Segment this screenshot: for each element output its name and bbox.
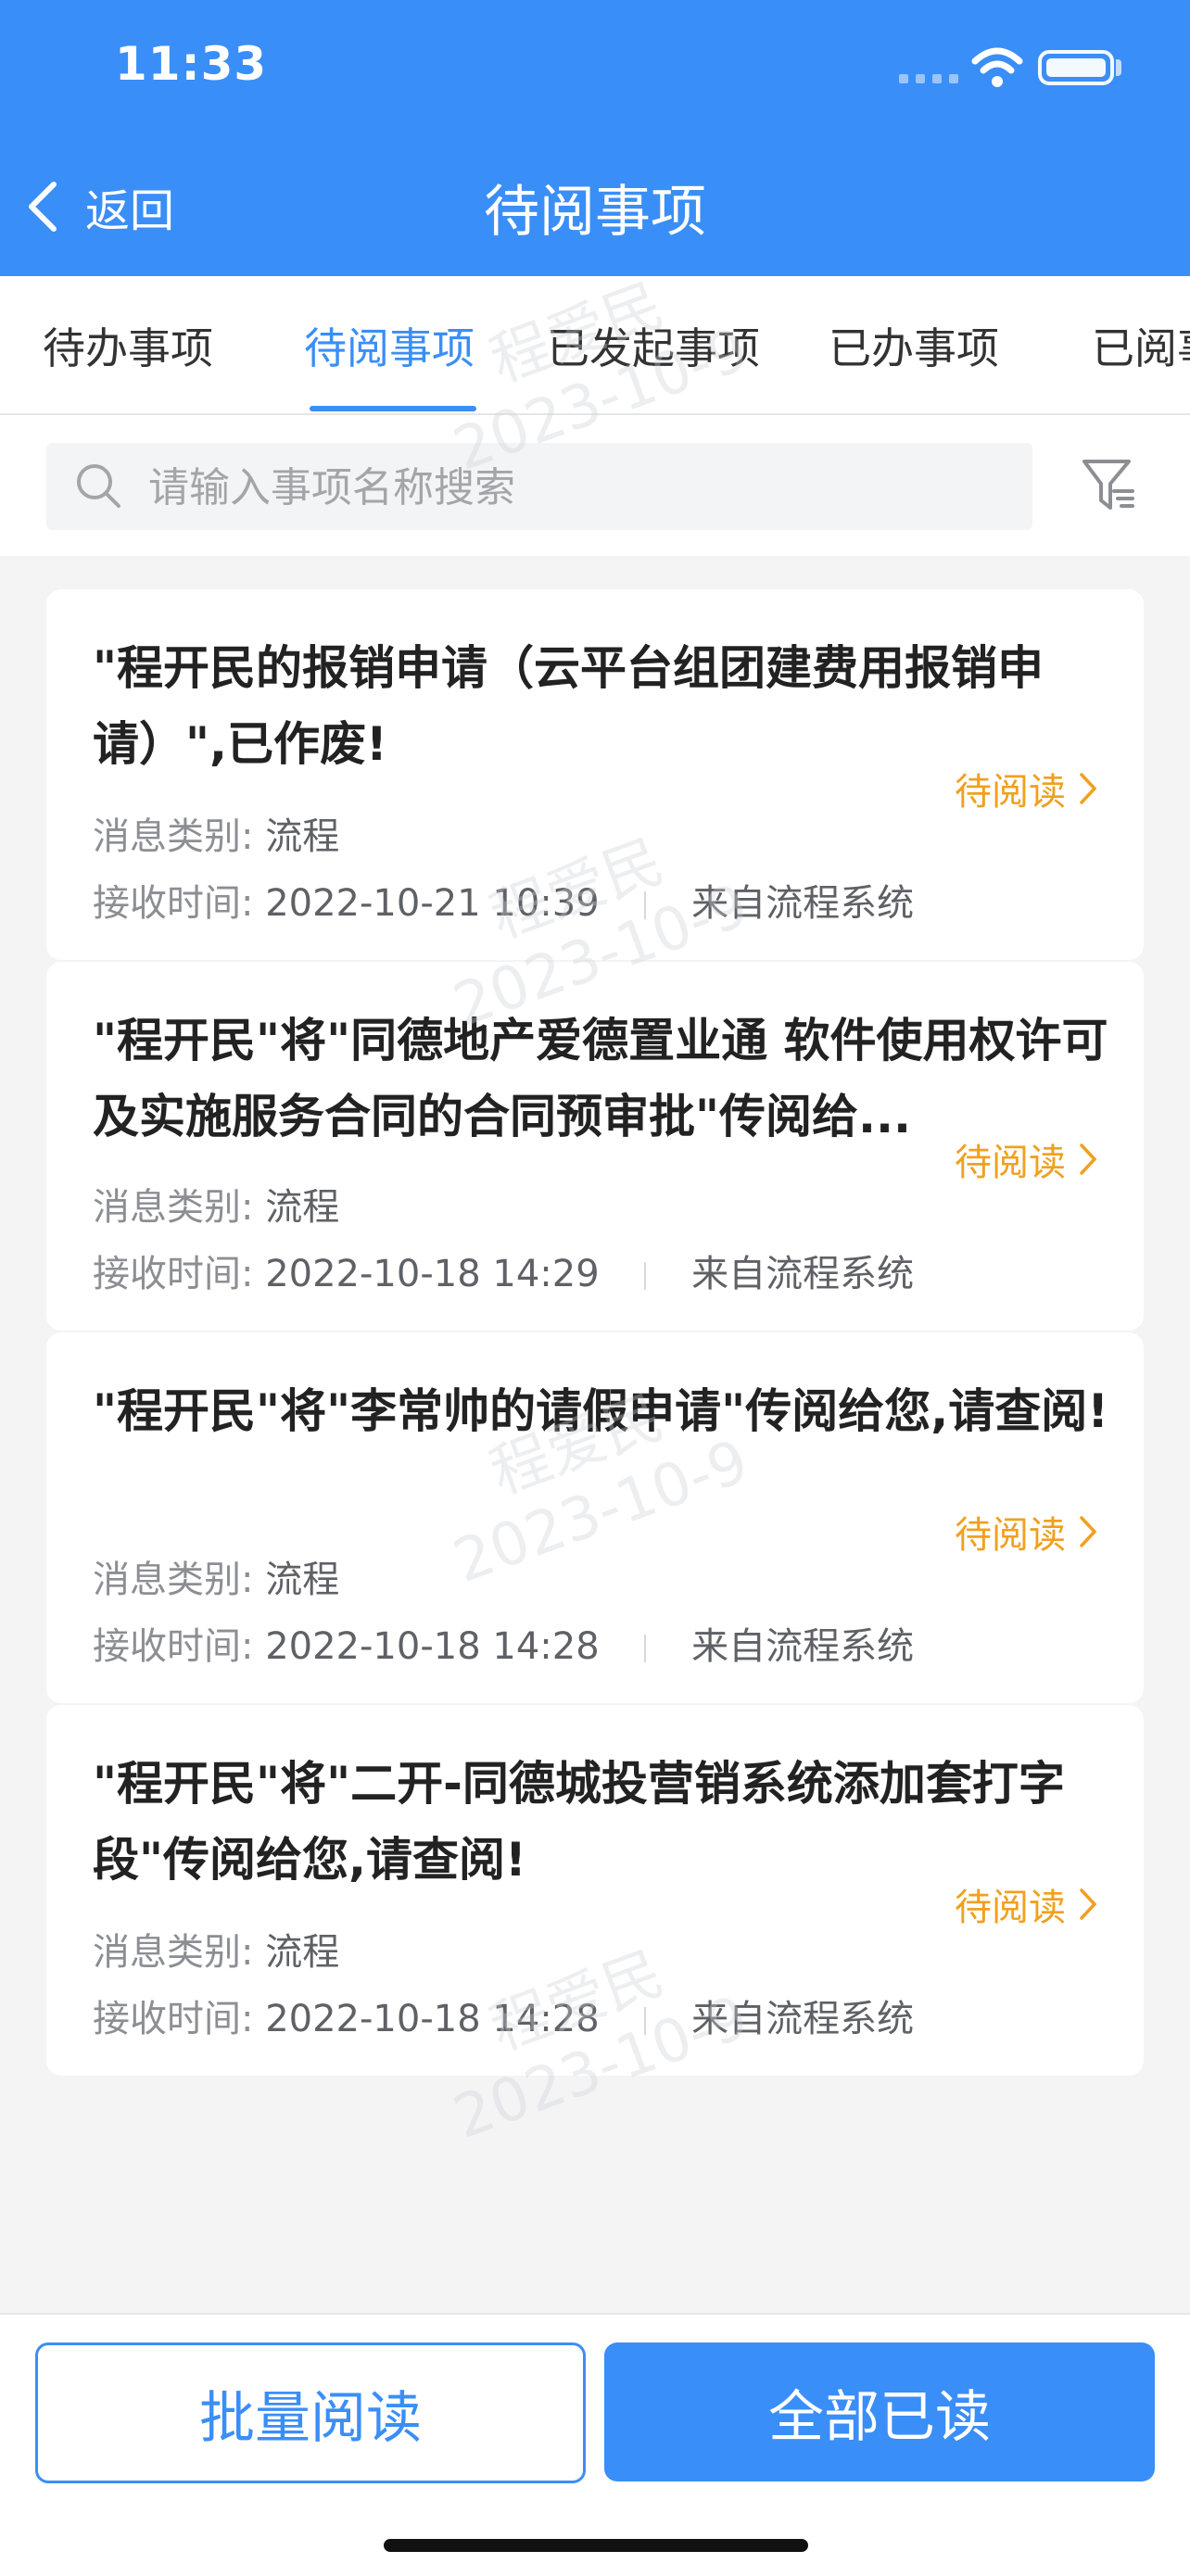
item-received: 接收时间: 2022-10-18 14:28 来自流程系统 bbox=[93, 1616, 914, 1670]
item-title: "程开民"将"二开-同德城投营销系统添加套打字段"传阅给您,请查阅! bbox=[93, 1757, 1065, 1887]
status-label: 待阅读 bbox=[955, 771, 1066, 814]
received-label: 接收时间: bbox=[93, 1253, 254, 1295]
item-title: "程开民的报销申请（云平台组团建费用报销申请）",已作废! bbox=[93, 641, 1044, 771]
batch-read-button[interactable]: 批量阅读 bbox=[35, 2342, 586, 2483]
item-source: 来自流程系统 bbox=[691, 1998, 915, 2040]
search-bar bbox=[0, 415, 1190, 556]
chevron-right-icon bbox=[1080, 1516, 1097, 1547]
chevron-right-icon bbox=[1080, 1143, 1097, 1175]
status-label: 待阅读 bbox=[955, 1887, 1066, 1929]
nav-header: 11:33 返回 待阅事项 bbox=[0, 0, 1190, 276]
status-link[interactable]: 待阅读 bbox=[955, 1132, 1097, 1186]
category-label: 消息类别: bbox=[93, 1559, 254, 1601]
item-received: 接收时间: 2022-10-21 10:39 来自流程系统 bbox=[93, 873, 914, 927]
battery-icon bbox=[1038, 50, 1114, 85]
cellular-signal-icon bbox=[899, 74, 958, 83]
list-item[interactable]: "程开民的报销申请（云平台组团建费用报销申请）",已作废! 待阅读 消息类别: … bbox=[46, 589, 1144, 960]
item-source: 来自流程系统 bbox=[691, 882, 915, 925]
status-link[interactable]: 待阅读 bbox=[955, 762, 1097, 815]
item-source: 来自流程系统 bbox=[691, 1625, 915, 1668]
item-received: 接收时间: 2022-10-18 14:29 来自流程系统 bbox=[93, 1244, 914, 1297]
active-tab-indicator bbox=[310, 406, 476, 411]
tab-initiated[interactable]: 已发起事项 bbox=[547, 315, 760, 376]
item-category: 消息类别: 流程 bbox=[93, 806, 339, 860]
list-item[interactable]: "程开民"将"李常帅的请假申请"传阅给您,请查阅! 待阅读 消息类别: 流程 接… bbox=[46, 1332, 1144, 1703]
item-category: 消息类别: 流程 bbox=[93, 1922, 339, 1976]
received-label: 接收时间: bbox=[93, 882, 254, 925]
chevron-right-icon bbox=[1080, 1888, 1097, 1920]
search-input[interactable] bbox=[146, 443, 1003, 532]
divider bbox=[644, 1635, 647, 1662]
received-time: 2022-10-18 14:29 bbox=[265, 1253, 600, 1295]
chevron-right-icon bbox=[1080, 773, 1097, 804]
divider bbox=[644, 891, 647, 919]
tab-read[interactable]: 已阅事 bbox=[1092, 315, 1190, 376]
item-received: 接收时间: 2022-10-18 14:28 来自流程系统 bbox=[93, 1989, 914, 2042]
divider bbox=[644, 1262, 647, 1290]
category-value: 流程 bbox=[265, 1559, 340, 1601]
category-label: 消息类别: bbox=[93, 1186, 254, 1229]
received-time: 2022-10-21 10:39 bbox=[265, 882, 600, 925]
category-value: 流程 bbox=[265, 1186, 340, 1229]
status-link[interactable]: 待阅读 bbox=[955, 1877, 1097, 1931]
item-category: 消息类别: 流程 bbox=[93, 1177, 339, 1231]
wifi-icon bbox=[971, 47, 1023, 87]
mark-all-read-button[interactable]: 全部已读 bbox=[604, 2342, 1155, 2481]
category-value: 流程 bbox=[265, 815, 340, 858]
status-label: 待阅读 bbox=[955, 1142, 1066, 1184]
divider bbox=[644, 2007, 647, 2035]
page-title: 待阅事项 bbox=[484, 180, 706, 245]
received-time: 2022-10-18 14:28 bbox=[265, 1625, 600, 1668]
status-label: 待阅读 bbox=[955, 1514, 1066, 1557]
received-time: 2022-10-18 14:28 bbox=[265, 1998, 600, 2040]
status-link[interactable]: 待阅读 bbox=[955, 1505, 1097, 1559]
bottom-action-bar: 批量阅读 全部已读 bbox=[0, 2313, 1190, 2576]
item-category: 消息类别: 流程 bbox=[93, 1549, 339, 1603]
tab-to-read[interactable]: 待阅事项 bbox=[304, 315, 475, 376]
item-source: 来自流程系统 bbox=[691, 1253, 915, 1295]
category-value: 流程 bbox=[265, 1931, 340, 1974]
status-time: 11:33 bbox=[115, 37, 268, 91]
tab-todo[interactable]: 待办事项 bbox=[43, 315, 213, 376]
battery-cap bbox=[1116, 59, 1121, 76]
list-item[interactable]: "程开民"将"二开-同德城投营销系统添加套打字段"传阅给您,请查阅! 待阅读 消… bbox=[46, 1705, 1144, 2076]
category-label: 消息类别: bbox=[93, 815, 254, 858]
tab-done[interactable]: 已办事项 bbox=[829, 315, 999, 376]
tab-bar: 待办事项 待阅事项 已发起事项 已办事项 已阅事 bbox=[0, 276, 1190, 415]
received-label: 接收时间: bbox=[93, 1625, 254, 1668]
item-title: "程开民"将"李常帅的请假申请"传阅给您,请查阅! bbox=[93, 1384, 1108, 1438]
category-label: 消息类别: bbox=[93, 1931, 254, 1974]
search-box bbox=[46, 443, 1032, 532]
search-icon bbox=[77, 464, 120, 508]
filter-icon[interactable] bbox=[1081, 456, 1136, 517]
home-indicator bbox=[384, 2539, 808, 2552]
received-label: 接收时间: bbox=[93, 1998, 254, 2040]
list-item[interactable]: "程开民"将"同德地产爱德置业通 软件使用权许可及实施服务合同的合同预审批"传阅… bbox=[46, 962, 1144, 1331]
